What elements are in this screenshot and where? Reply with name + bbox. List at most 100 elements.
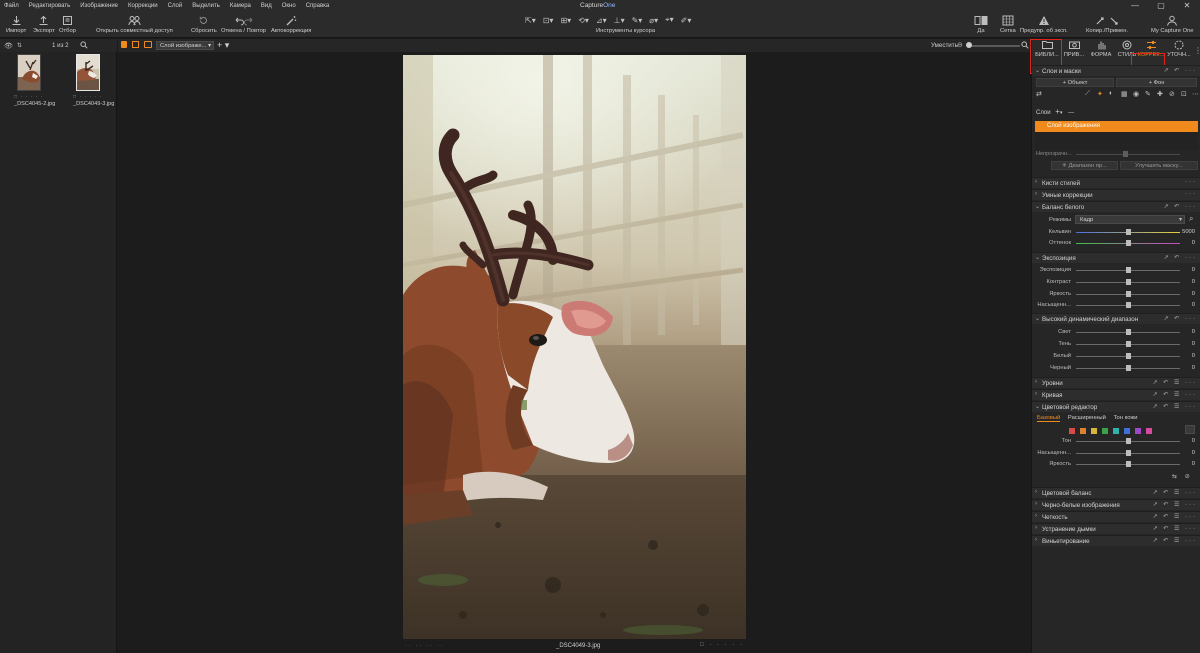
select-button[interactable]: Отбор bbox=[59, 13, 76, 34]
luma-range-button[interactable]: ✳ Диапазон яр... bbox=[1051, 161, 1118, 170]
main-photo[interactable] bbox=[403, 55, 746, 639]
tab-skin-tone[interactable]: Тон кожи bbox=[1113, 415, 1137, 421]
stamp-tool-icon[interactable]: ⊥▾ bbox=[614, 16, 625, 25]
undo-redo-button[interactable]: Отмена / Повтор bbox=[221, 13, 266, 34]
color-swatch[interactable] bbox=[1113, 428, 1119, 434]
section-smart-adjustments[interactable]: › Умные коррекции ··· bbox=[1032, 189, 1200, 200]
color-saturation-slider-handle[interactable] bbox=[1126, 450, 1131, 456]
minimize-button[interactable]: — bbox=[1122, 0, 1148, 11]
share-button[interactable]: Открыть совместный доступ bbox=[96, 13, 173, 34]
more-icon[interactable]: ··· bbox=[1185, 191, 1197, 197]
multi-view-icon[interactable] bbox=[132, 41, 139, 48]
hue-slider-handle[interactable] bbox=[1126, 438, 1131, 444]
single-view-icon[interactable] bbox=[121, 41, 127, 48]
color-swatch[interactable] bbox=[1102, 428, 1108, 434]
exposure-value[interactable]: 0 bbox=[1192, 267, 1195, 273]
section-controls[interactable]: ↗ ↶ ☰ ··· bbox=[1153, 489, 1197, 496]
mask-tools-icon[interactable]: ⇄ bbox=[1036, 90, 1042, 98]
auto-mask-icon[interactable]: ✦ bbox=[1097, 90, 1103, 98]
thumbnail-image[interactable] bbox=[76, 54, 100, 91]
section-curve[interactable]: › Кривая ↗ ↶ ☰ ··· bbox=[1032, 389, 1200, 400]
pan-tool-icon[interactable]: ⇱▾ bbox=[525, 16, 536, 25]
highlight-slider-handle[interactable] bbox=[1126, 329, 1131, 335]
menu-image[interactable]: Изображение bbox=[75, 3, 123, 9]
background-button[interactable]: + Фон bbox=[1116, 78, 1197, 87]
contrast-slider-handle[interactable] bbox=[1126, 279, 1131, 285]
zoom-out-icon[interactable]: ⊖ bbox=[957, 41, 963, 49]
zoom-slider-handle[interactable] bbox=[966, 42, 972, 48]
tint-slider-handle[interactable] bbox=[1126, 240, 1131, 246]
black-value[interactable]: 0 bbox=[1192, 365, 1195, 371]
tab-capture[interactable]: ПРИВ... bbox=[1059, 40, 1089, 64]
section-white-balance[interactable]: ⌄ Баланс белого ↗ ↶ ··· bbox=[1032, 201, 1200, 212]
section-style-brushes[interactable]: › Кисти стилей ··· bbox=[1032, 177, 1200, 188]
section-color-editor[interactable]: ⌄ Цветовой редактор ↗ ↶ ☰ ··· bbox=[1032, 401, 1200, 412]
menu-window[interactable]: Окно bbox=[277, 3, 301, 9]
thumbnail-image[interactable] bbox=[17, 54, 41, 91]
section-clarity[interactable]: › Четкость ↗ ↶ ☰ ··· bbox=[1032, 511, 1200, 522]
kelvin-slider-handle[interactable] bbox=[1126, 229, 1131, 235]
eraser-tool-icon[interactable]: ⌀▾ bbox=[649, 16, 658, 25]
rating-dots[interactable]: □ · · · · · bbox=[14, 94, 43, 100]
lightness-value[interactable]: 0 bbox=[1192, 461, 1195, 467]
auto-adjust-button[interactable]: Автокоррекция bbox=[271, 13, 311, 34]
section-controls[interactable]: ↗ ↶ ··· bbox=[1164, 203, 1197, 210]
color-swatch[interactable] bbox=[1135, 428, 1141, 434]
reset-button[interactable]: Сбросить bbox=[191, 13, 217, 34]
white-value[interactable]: 0 bbox=[1192, 353, 1195, 359]
section-controls[interactable]: ↗ ↶ ☰ ··· bbox=[1153, 403, 1197, 410]
color-swatch[interactable] bbox=[1080, 428, 1086, 434]
zoom-in-icon[interactable] bbox=[1021, 41, 1029, 51]
gradient-icon[interactable]: ▦ bbox=[1121, 90, 1128, 98]
eraser-icon[interactable]: ⊡ bbox=[1181, 90, 1187, 98]
keystone-tool-icon[interactable]: ⊿▾ bbox=[596, 16, 607, 25]
section-controls[interactable]: ↗ ↶ ☰ ··· bbox=[1153, 391, 1197, 398]
section-dehaze[interactable]: › Устранение дымки ↗ ↶ ☰ ··· bbox=[1032, 523, 1200, 534]
exposure-warning-button[interactable]: Предупр. об эксп. bbox=[1020, 13, 1068, 34]
swatch-picker-icon[interactable] bbox=[1185, 425, 1195, 434]
lightness-slider-handle[interactable] bbox=[1126, 461, 1131, 467]
export-button[interactable]: Экспорт bbox=[33, 13, 55, 34]
viewer-rating-dots[interactable]: □ · · · · · bbox=[700, 642, 744, 648]
eye-icon[interactable]: 👁 bbox=[4, 42, 13, 50]
section-vignette[interactable]: › Виньетирование ↗ ↶ ☰ ··· bbox=[1032, 535, 1200, 546]
brightness-value[interactable]: 0 bbox=[1192, 291, 1195, 297]
contrast-value[interactable]: 0 bbox=[1192, 279, 1195, 285]
import-button[interactable]: Импорт bbox=[6, 13, 26, 34]
heal-icon[interactable]: ✚ bbox=[1157, 90, 1163, 98]
loupe-tool-icon[interactable]: ⊡▾ bbox=[543, 16, 554, 25]
add-layer-icon[interactable]: + ▾ bbox=[217, 40, 229, 51]
opacity-slider-handle[interactable] bbox=[1123, 151, 1128, 157]
menu-file[interactable]: Файл bbox=[0, 3, 24, 9]
tab-advanced[interactable]: Расширенный bbox=[1068, 415, 1106, 421]
color-swatch[interactable] bbox=[1124, 428, 1130, 434]
tab-basic[interactable]: Базовый bbox=[1037, 415, 1061, 422]
brush-tool-icon[interactable]: ✎▾ bbox=[632, 16, 643, 25]
proof-view-icon[interactable] bbox=[144, 41, 152, 48]
view-button[interactable]: Да bbox=[974, 13, 988, 34]
section-controls[interactable]: ↗ ↶ ··· bbox=[1164, 254, 1197, 261]
section-levels[interactable]: › Уровни ↗ ↶ ☰ ··· bbox=[1032, 377, 1200, 388]
tab-details[interactable]: УТОЧН... bbox=[1164, 40, 1194, 64]
section-layers[interactable]: ⌄ Слои и маски ↗ ↶ ··· bbox=[1032, 65, 1200, 76]
grid-button[interactable]: Сетка bbox=[1000, 13, 1016, 34]
menu-edit[interactable]: Редактировать bbox=[24, 3, 75, 9]
white-slider-handle[interactable] bbox=[1126, 353, 1131, 359]
section-hdr[interactable]: ⌄ Высокий динамический диапазон ↗ ↶ ··· bbox=[1032, 313, 1200, 324]
color-saturation-value[interactable]: 0 bbox=[1192, 450, 1195, 456]
brightness-slider-handle[interactable] bbox=[1126, 291, 1131, 297]
color-swatch[interactable] bbox=[1146, 428, 1152, 434]
menu-adjustments[interactable]: Коррекции bbox=[123, 3, 163, 9]
color-editor-options-icon[interactable]: ⇆ ⊘ bbox=[1172, 473, 1193, 480]
close-button[interactable]: ✕ bbox=[1174, 0, 1200, 11]
color-swatch[interactable] bbox=[1069, 428, 1075, 434]
radial-icon[interactable]: ◉ bbox=[1133, 90, 1139, 98]
zoom-slider[interactable] bbox=[968, 45, 1020, 47]
chevron-down-icon[interactable]: ▾ bbox=[1060, 110, 1063, 116]
rating-dots[interactable]: □ · · · · · bbox=[73, 94, 102, 100]
tint-value[interactable]: 0 bbox=[1192, 240, 1195, 246]
sort-icon[interactable]: ⇅ bbox=[17, 42, 22, 49]
highlight-value[interactable]: 0 bbox=[1192, 329, 1195, 335]
thumbnail-item-selected[interactable]: □ · · · · · _DSC4049-3.jpg bbox=[73, 54, 114, 128]
thumbnail-item[interactable]: □ · · · · · _DSC4045-2.jpg bbox=[14, 54, 55, 128]
